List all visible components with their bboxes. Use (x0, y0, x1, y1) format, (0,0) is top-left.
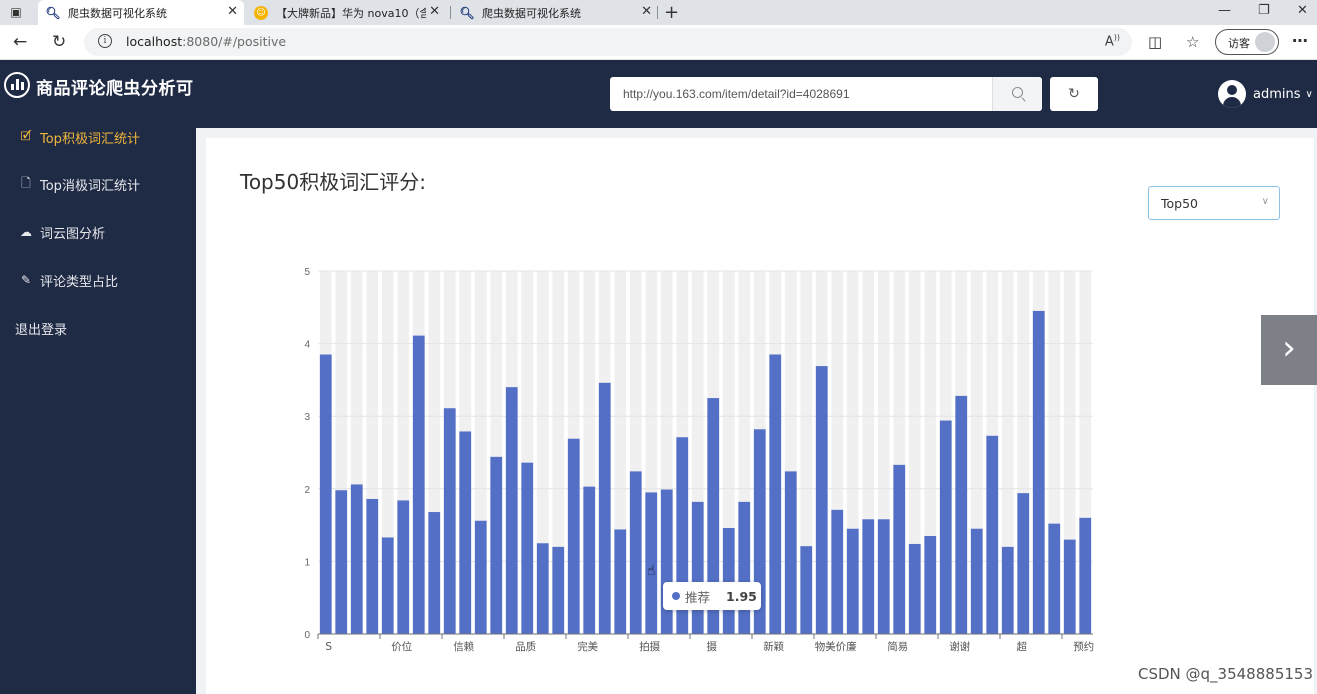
bar (800, 546, 813, 634)
bar (1048, 523, 1061, 634)
bar (1032, 310, 1045, 634)
x-tick-label: 简易 (887, 640, 908, 653)
bar (474, 520, 487, 634)
bar (1063, 539, 1076, 634)
bar (490, 456, 503, 634)
x-tick-label: 新颖 (763, 640, 784, 653)
bar (893, 464, 906, 634)
bar (505, 387, 518, 634)
chevron-right-icon: › (1282, 328, 1296, 368)
bar (443, 408, 456, 634)
bar (459, 431, 472, 634)
bar (552, 546, 565, 634)
x-tick-label: 拍摄 (639, 640, 660, 653)
bar (1079, 517, 1092, 634)
x-tick-label: 超 (1016, 640, 1027, 653)
bar (412, 335, 425, 634)
x-tick-label: S (325, 641, 332, 653)
bar (521, 462, 534, 634)
x-tick-label: 完美 (577, 640, 598, 653)
bar (970, 528, 983, 634)
x-tick-label: 信赖 (453, 641, 474, 653)
x-tick-label: 品质 (515, 641, 536, 653)
y-tick-label: 0 (304, 630, 310, 641)
bar (629, 471, 642, 634)
bar (815, 366, 828, 634)
y-tick-label: 4 (304, 340, 310, 351)
y-tick-label: 1 (304, 557, 310, 568)
x-tick-label: 物美价廉 (815, 640, 857, 653)
bar (939, 420, 952, 634)
bar (862, 519, 875, 634)
y-tick-label: 2 (304, 485, 310, 496)
bar (1001, 546, 1014, 634)
y-tick-label: 5 (304, 267, 310, 278)
bar (335, 490, 348, 634)
x-tick-label: 预约 (1073, 640, 1094, 653)
x-tick-label: 谢谢 (949, 640, 970, 653)
pointer-cursor-icon: ☝ (647, 563, 656, 579)
bar (846, 528, 859, 634)
bar (986, 435, 999, 634)
x-tick-label: 摄 (706, 640, 717, 653)
bar (319, 354, 332, 634)
next-arrow-button[interactable]: › (1261, 315, 1317, 385)
y-tick-label: 3 (304, 412, 310, 423)
bar (908, 543, 921, 634)
bar (567, 438, 580, 634)
bar (722, 528, 735, 634)
bar (583, 486, 596, 634)
bar (536, 543, 549, 634)
bar (366, 498, 379, 634)
bar (1017, 493, 1030, 634)
bar (831, 509, 844, 634)
bar (955, 395, 968, 634)
bar (428, 512, 441, 634)
bar (877, 519, 890, 634)
bar (924, 535, 937, 634)
bar (660, 489, 673, 634)
bar (614, 529, 627, 634)
bar (784, 471, 797, 634)
bar (738, 501, 751, 634)
bar (769, 354, 782, 634)
bar (598, 382, 611, 634)
watermark: CSDN @q_3548885153 (1138, 665, 1313, 683)
x-tick-label: 价位 (391, 640, 412, 653)
bar (381, 537, 394, 634)
bar (350, 484, 363, 634)
bar-chart: 0 1 2 3 4 5 S 价位 信赖 品质 完美 拍摄 摄 新颖 物美价廉 简易 谢谢 超 预约 (304, 267, 1094, 653)
chart-tooltip: 推荐 1.95 (663, 582, 761, 610)
bar (397, 500, 410, 634)
series-dot (672, 592, 680, 600)
bar (691, 501, 704, 634)
